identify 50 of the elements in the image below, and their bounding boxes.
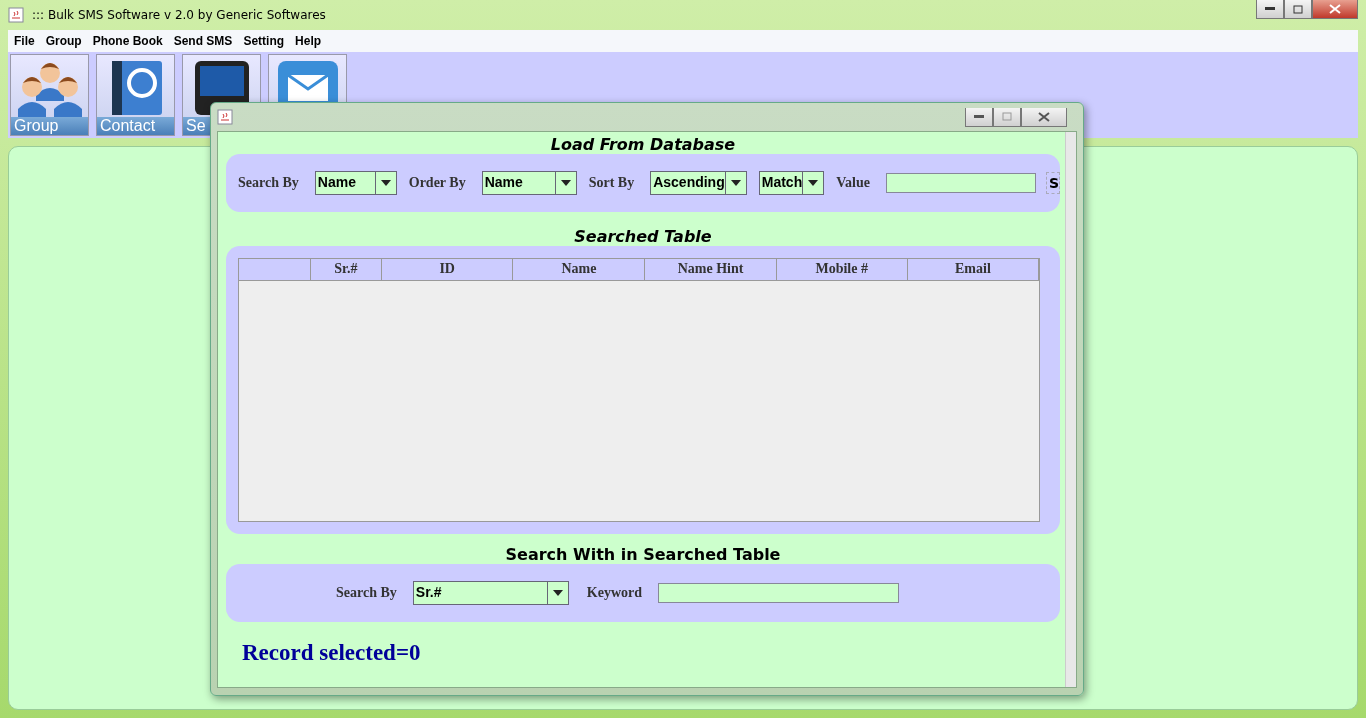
minimize-icon xyxy=(1265,7,1275,11)
caret-icon xyxy=(380,180,391,186)
section-title: Search With in Searched Table xyxy=(505,546,781,564)
caret-icon xyxy=(560,180,571,186)
field-label: Value xyxy=(836,175,870,191)
column-header[interactable]: ID xyxy=(382,259,514,280)
close-icon xyxy=(1038,111,1050,122)
menu-item[interactable]: Send SMS xyxy=(169,34,240,48)
field-label: Keyword xyxy=(586,585,643,601)
column-header[interactable]: Email xyxy=(907,259,1039,280)
close-button[interactable] xyxy=(1021,107,1067,127)
field-label: Search By xyxy=(238,175,299,191)
maximize-icon xyxy=(1002,112,1012,121)
column-header[interactable]: Sr.# xyxy=(310,259,383,280)
minimize-icon xyxy=(974,114,984,119)
menu-item[interactable]: Group xyxy=(41,34,89,48)
search-button[interactable]: S xyxy=(1045,172,1060,194)
column-header[interactable]: Name xyxy=(513,259,646,280)
maximize-icon xyxy=(1293,4,1303,14)
field-label: Search By xyxy=(336,585,397,601)
column-header[interactable]: Name Hint xyxy=(645,259,777,280)
column-header[interactable]: Mobile # xyxy=(776,259,908,280)
window-title: ::: Bulk SMS Software v 2.0 by Generic Softwares xyxy=(32,8,326,22)
maximize-button[interactable] xyxy=(993,107,1021,127)
field-label: Sort By xyxy=(588,175,635,191)
dropdown[interactable]: Match xyxy=(758,171,825,195)
dropdown[interactable]: Sr.# xyxy=(412,581,569,605)
field-label: Order By xyxy=(408,175,466,191)
menu-item[interactable]: File xyxy=(10,34,42,48)
minimize-button[interactable] xyxy=(965,107,993,127)
caret-icon xyxy=(730,180,741,186)
app-icon xyxy=(8,7,24,23)
status-text: Record selected=0 xyxy=(242,640,422,666)
section-title: Load From Database xyxy=(550,136,736,154)
dropdown[interactable]: Name xyxy=(314,171,397,195)
value-field[interactable] xyxy=(885,173,1036,193)
close-icon xyxy=(1329,4,1341,14)
minimize-button[interactable] xyxy=(1256,0,1284,19)
app-icon xyxy=(217,109,233,125)
menu-item[interactable]: Help xyxy=(291,34,329,48)
close-button[interactable] xyxy=(1312,0,1358,19)
dropdown[interactable]: Ascending xyxy=(650,171,747,195)
menu-item[interactable]: Phone Book xyxy=(88,34,170,48)
maximize-button[interactable] xyxy=(1284,0,1312,19)
dropdown[interactable]: Name xyxy=(481,171,577,195)
menu-item[interactable]: Setting xyxy=(239,34,292,48)
caret-icon xyxy=(808,180,819,186)
caret-icon xyxy=(552,590,563,596)
keyword-field[interactable] xyxy=(658,583,900,603)
section-title: Searched Table xyxy=(574,228,712,246)
